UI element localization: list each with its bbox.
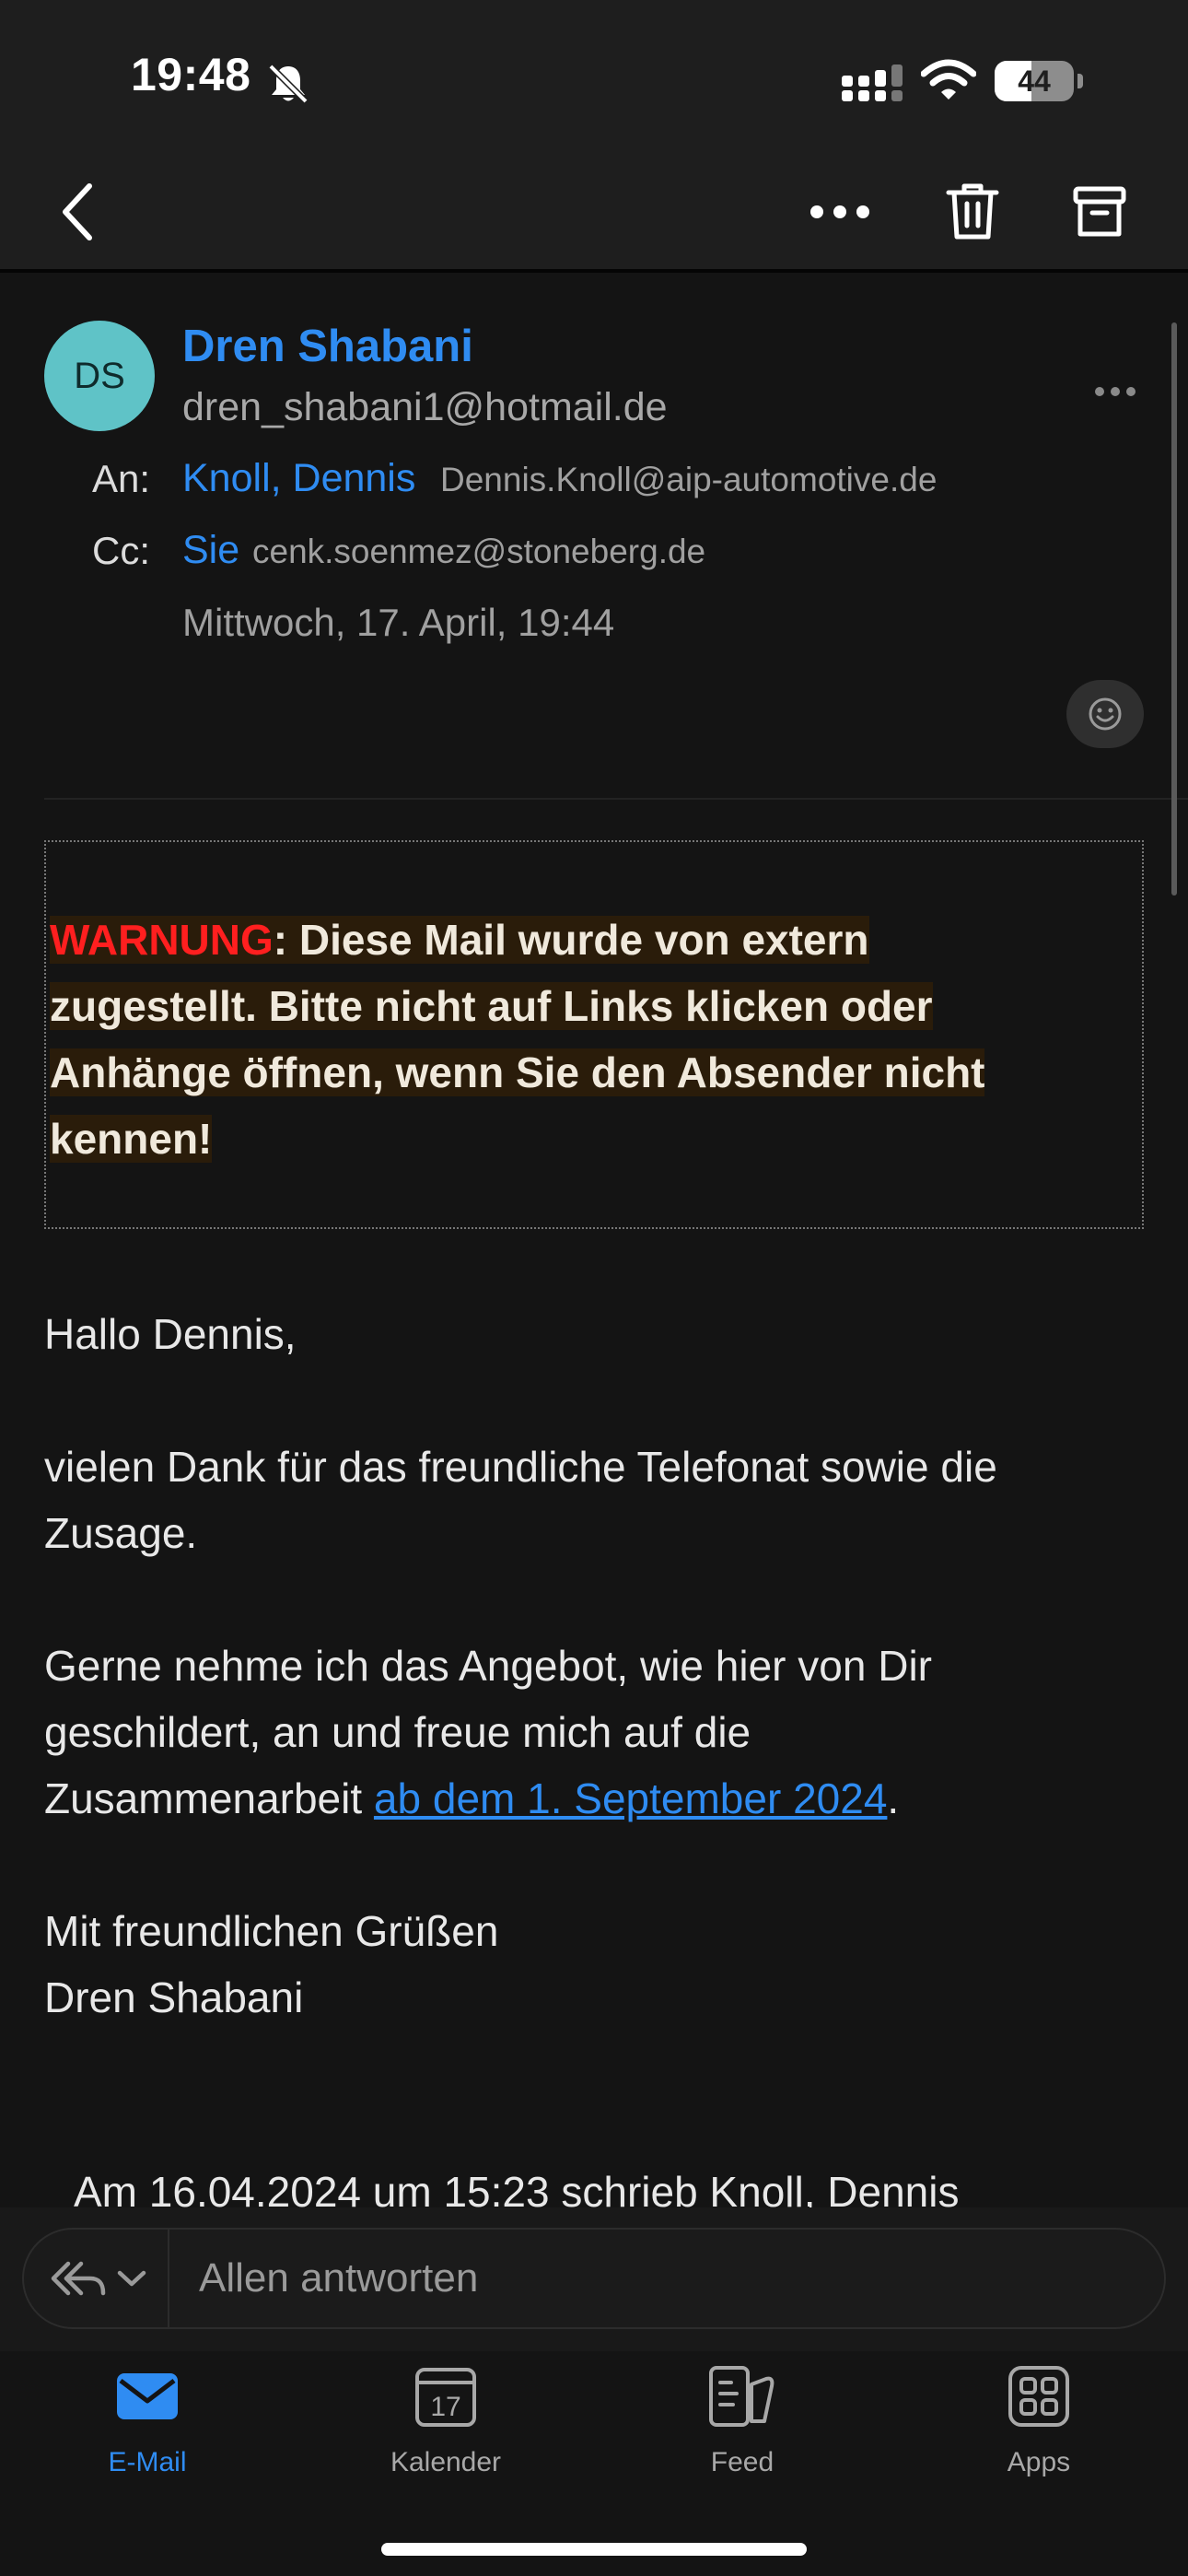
reply-divider	[168, 2228, 169, 2329]
message-toolbar	[0, 157, 1188, 273]
tab-apps[interactable]: Apps	[938, 2364, 1140, 2478]
reply-bar	[22, 2228, 1166, 2329]
trash-icon	[946, 183, 999, 240]
delete-button[interactable]	[936, 175, 1009, 249]
scrollbar[interactable]	[1171, 322, 1177, 896]
more-button[interactable]	[803, 175, 877, 249]
cc-name[interactable]: Sie	[182, 528, 239, 573]
reaction-button[interactable]	[1066, 680, 1144, 748]
body-signature: Dren Shabani	[44, 1973, 304, 2021]
archive-button[interactable]	[1063, 175, 1136, 249]
recipient-name[interactable]: Knoll, Dennis	[182, 456, 415, 501]
battery-level: 44	[1018, 64, 1051, 98]
warning-line: Anhänge öffnen, wenn Sie den Absender ni…	[50, 1048, 985, 1096]
smiley-icon	[1089, 697, 1122, 731]
cc-email: cenk.soenmez@stoneberg.de	[252, 533, 706, 570]
sender-avatar[interactable]: DS	[44, 321, 155, 431]
status-bar: 19:48 44	[0, 0, 1188, 157]
status-time: 19:48	[131, 49, 251, 100]
external-warning-text: WARNUNG: Diese Mail wurde von extern zug…	[50, 907, 1109, 1172]
mail-icon	[117, 2373, 178, 2419]
chevron-left-icon	[63, 183, 92, 240]
home-indicator[interactable]	[381, 2543, 807, 2556]
body-paragraph: Gerne nehme ich das Angebot, wie hier vo…	[44, 1642, 932, 1822]
tab-label: E-Mail	[108, 2447, 187, 2477]
body-greeting: Hallo Dennis,	[44, 1310, 297, 1358]
ellipsis-icon	[810, 205, 869, 218]
email-date: Mittwoch, 17. April, 19:44	[182, 601, 615, 644]
tab-label: Apps	[1007, 2447, 1071, 2477]
wifi-icon	[921, 59, 976, 100]
calendar-icon: 17	[415, 2368, 476, 2427]
archive-icon	[1073, 186, 1126, 237]
sender-email: dren_shabani1@hotmail.de	[182, 385, 668, 429]
tab-label: Feed	[710, 2447, 775, 2477]
tab-feed[interactable]: Feed	[641, 2364, 844, 2478]
ellipsis-icon	[1095, 387, 1136, 396]
header-more-button[interactable]	[1094, 385, 1136, 402]
body-paragraph: vielen Dank für das freundliche Telefona…	[44, 1443, 997, 1557]
warning-label: WARNUNG	[50, 916, 274, 964]
sender-name[interactable]: Dren Shabani	[182, 321, 473, 372]
tab-email[interactable]: E-Mail	[46, 2364, 249, 2478]
cellular-signal-icon	[842, 64, 903, 101]
feed-icon	[709, 2366, 775, 2427]
tab-label: Kalender	[390, 2447, 502, 2477]
cc-label: Cc:	[92, 529, 150, 572]
bell-slash-icon	[268, 64, 309, 104]
chevron-down-icon	[117, 2270, 146, 2287]
warning-line: : Diese Mail wurde von extern	[273, 916, 869, 964]
battery-icon: 44	[995, 61, 1074, 101]
date-link[interactable]: ab dem 1. September 2024	[374, 1774, 887, 1822]
warning-line: zugestellt. Bitte nicht auf Links klicke…	[50, 982, 933, 1030]
to-label: An:	[92, 457, 151, 500]
reply-mode-button[interactable]	[37, 2239, 166, 2318]
reply-all-icon	[51, 2261, 106, 2296]
body-closing: Mit freundlichen Grüßen	[44, 1907, 499, 1955]
apps-icon	[1008, 2366, 1069, 2427]
back-button[interactable]	[46, 175, 111, 249]
recipient-email: Dennis.Knoll@aip-automotive.de	[440, 461, 938, 498]
tab-calendar[interactable]: 17 Kalender	[344, 2364, 547, 2478]
calendar-day: 17	[430, 2392, 460, 2422]
header-divider	[44, 798, 1188, 800]
warning-line: kennen!	[50, 1115, 213, 1163]
reply-all-input[interactable]: Allen antworten	[199, 2255, 478, 2301]
